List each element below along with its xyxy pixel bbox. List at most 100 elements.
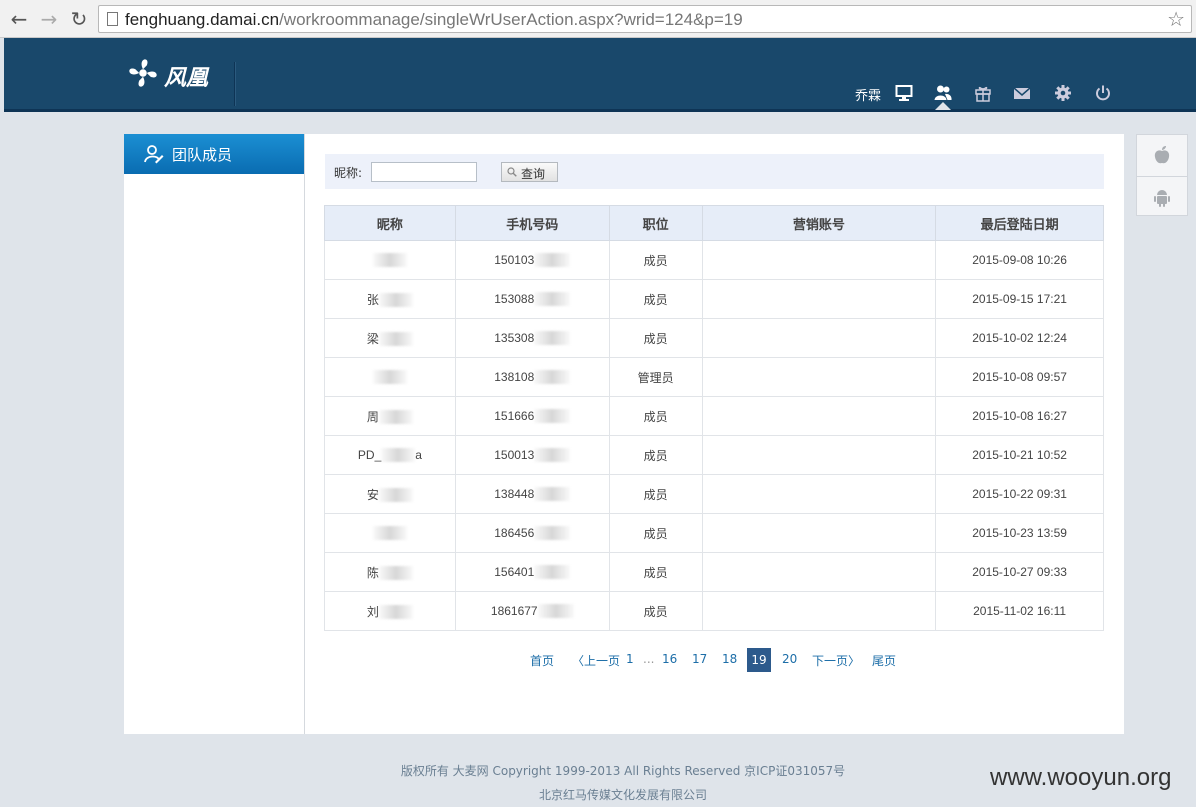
search-label: 昵称:	[334, 166, 363, 180]
redaction-blur	[372, 253, 407, 268]
nickname-text: 梁	[366, 331, 379, 346]
cell-phone: 150103	[454, 240, 610, 280]
page-link-1[interactable]: 1	[626, 652, 634, 666]
apple-icon	[1154, 146, 1170, 164]
watermark: www.wooyun.org	[990, 764, 1172, 791]
cell-nickname	[324, 240, 456, 280]
cell-marketing-account	[701, 474, 937, 514]
cell-last-login: 2015-10-27 09:33	[935, 552, 1104, 592]
cell-role: 成员	[608, 435, 703, 475]
phone-text: 150013	[494, 447, 535, 462]
redaction-blur	[378, 410, 413, 425]
cell-role: 成员	[608, 552, 703, 592]
android-icon	[1154, 190, 1170, 207]
cell-nickname	[324, 357, 456, 397]
col-header-marketing-account: 营销账号	[701, 205, 937, 241]
page-first-link[interactable]: 首页	[530, 652, 554, 669]
gear-icon[interactable]	[1054, 84, 1072, 102]
sidebar-item-label: 团队成员	[172, 146, 233, 164]
table-row: 梁 135308 成员 2015-10-02 12:24	[324, 318, 1104, 358]
address-bar[interactable]: fenghuang.damai.cn/workroommanage/single…	[98, 5, 1192, 33]
table-row: 周 151666 成员 2015-10-08 16:27	[324, 396, 1104, 436]
redaction-blur	[378, 566, 413, 581]
active-nav-caret	[935, 102, 951, 110]
table-row: 张 153088 成员 2015-09-15 17:21	[324, 279, 1104, 319]
url-path: /workroommanage/singleWrUserAction.aspx?…	[279, 10, 743, 29]
col-header-phone: 手机号码	[454, 205, 610, 241]
nickname-search-input[interactable]	[371, 162, 477, 182]
cell-marketing-account	[701, 513, 937, 553]
cell-marketing-account	[701, 357, 937, 397]
table-row: 186456 成员 2015-10-23 13:59	[324, 513, 1104, 553]
ios-app-link[interactable]	[1137, 135, 1187, 175]
cell-marketing-account	[701, 435, 937, 475]
mail-icon[interactable]	[1013, 84, 1031, 102]
redaction-blur	[534, 487, 571, 502]
cell-role: 成员	[608, 513, 703, 553]
team-member-edit-icon	[144, 145, 164, 164]
cell-marketing-account	[701, 396, 937, 436]
page-link-18[interactable]: 18	[722, 652, 737, 666]
redaction-blur	[534, 253, 571, 268]
phoenix-logo-icon[interactable]	[124, 54, 162, 92]
cell-last-login: 2015-10-08 09:57	[935, 357, 1104, 397]
cell-marketing-account	[701, 591, 937, 631]
cell-marketing-account	[701, 279, 937, 319]
phone-text: 156401	[494, 564, 535, 579]
team-icon[interactable]	[934, 84, 952, 102]
cell-role: 成员	[608, 318, 703, 358]
browser-toolbar: ← → ↻ fenghuang.damai.cn/workroommanage/…	[0, 0, 1196, 38]
redaction-blur	[534, 448, 571, 463]
table-row: 安 138448 成员 2015-10-22 09:31	[324, 474, 1104, 514]
android-app-link[interactable]	[1137, 176, 1187, 216]
redaction-blur	[534, 331, 571, 346]
redaction-blur	[534, 526, 571, 541]
redaction-blur	[372, 370, 407, 385]
search-button[interactable]: 查询	[501, 162, 558, 182]
page-link-16[interactable]: 16	[662, 652, 677, 666]
cell-role: 成员	[608, 474, 703, 514]
col-header-nickname: 昵称	[324, 205, 456, 241]
cell-nickname: 梁	[324, 318, 456, 358]
reload-icon[interactable]: ↻	[68, 8, 90, 30]
cell-phone: 138108	[454, 357, 610, 397]
url-text[interactable]: fenghuang.damai.cn/workroommanage/single…	[125, 10, 743, 30]
table-row: 138108 管理员 2015-10-08 09:57	[324, 357, 1104, 397]
redaction-blur	[534, 292, 571, 307]
gift-icon[interactable]	[974, 84, 992, 102]
cell-phone: 151666	[454, 396, 610, 436]
sidebar-item-team-members[interactable]: 团队成员	[124, 134, 304, 174]
cell-last-login: 2015-11-02 16:11	[935, 591, 1104, 631]
search-bar: 昵称: 查询	[325, 154, 1104, 189]
cell-phone: 1861677	[454, 591, 610, 631]
page-last-link[interactable]: 尾页	[872, 652, 896, 669]
redaction-blur	[378, 332, 413, 347]
phone-text: 186456	[494, 525, 535, 540]
cell-last-login: 2015-10-08 16:27	[935, 396, 1104, 436]
table-header-row: 昵称 手机号码 职位 营销账号 最后登陆日期	[324, 205, 1104, 241]
page-next-link[interactable]: 下一页〉	[812, 652, 860, 669]
forward-arrow-icon[interactable]: →	[38, 8, 60, 30]
phone-text: 1861677	[490, 603, 538, 618]
page-icon	[107, 12, 118, 26]
page-link-20[interactable]: 20	[782, 652, 797, 666]
cell-nickname: 刘	[324, 591, 456, 631]
cell-nickname: 周	[324, 396, 456, 436]
back-arrow-icon[interactable]: ←	[8, 8, 30, 30]
phone-text: 138108	[494, 369, 535, 384]
phone-text: 135308	[494, 330, 535, 345]
redaction-blur	[534, 370, 571, 385]
nickname-suffix: a	[415, 447, 422, 462]
monitor-icon[interactable]	[895, 84, 913, 102]
phone-text: 153088	[494, 291, 535, 306]
bookmark-star-icon[interactable]: ☆	[1167, 7, 1185, 31]
cell-last-login: 2015-09-08 10:26	[935, 240, 1104, 280]
page-prev-link[interactable]: 〈上一页	[572, 652, 620, 669]
page-ellipsis: ...	[643, 652, 655, 666]
power-icon[interactable]	[1094, 84, 1112, 102]
table-row: 陈 156401 成员 2015-10-27 09:33	[324, 552, 1104, 592]
logo-text[interactable]: 风凰	[164, 60, 208, 92]
page-link-17[interactable]: 17	[692, 652, 707, 666]
redaction-blur	[381, 448, 416, 463]
user-name[interactable]: 乔霖	[855, 85, 881, 104]
